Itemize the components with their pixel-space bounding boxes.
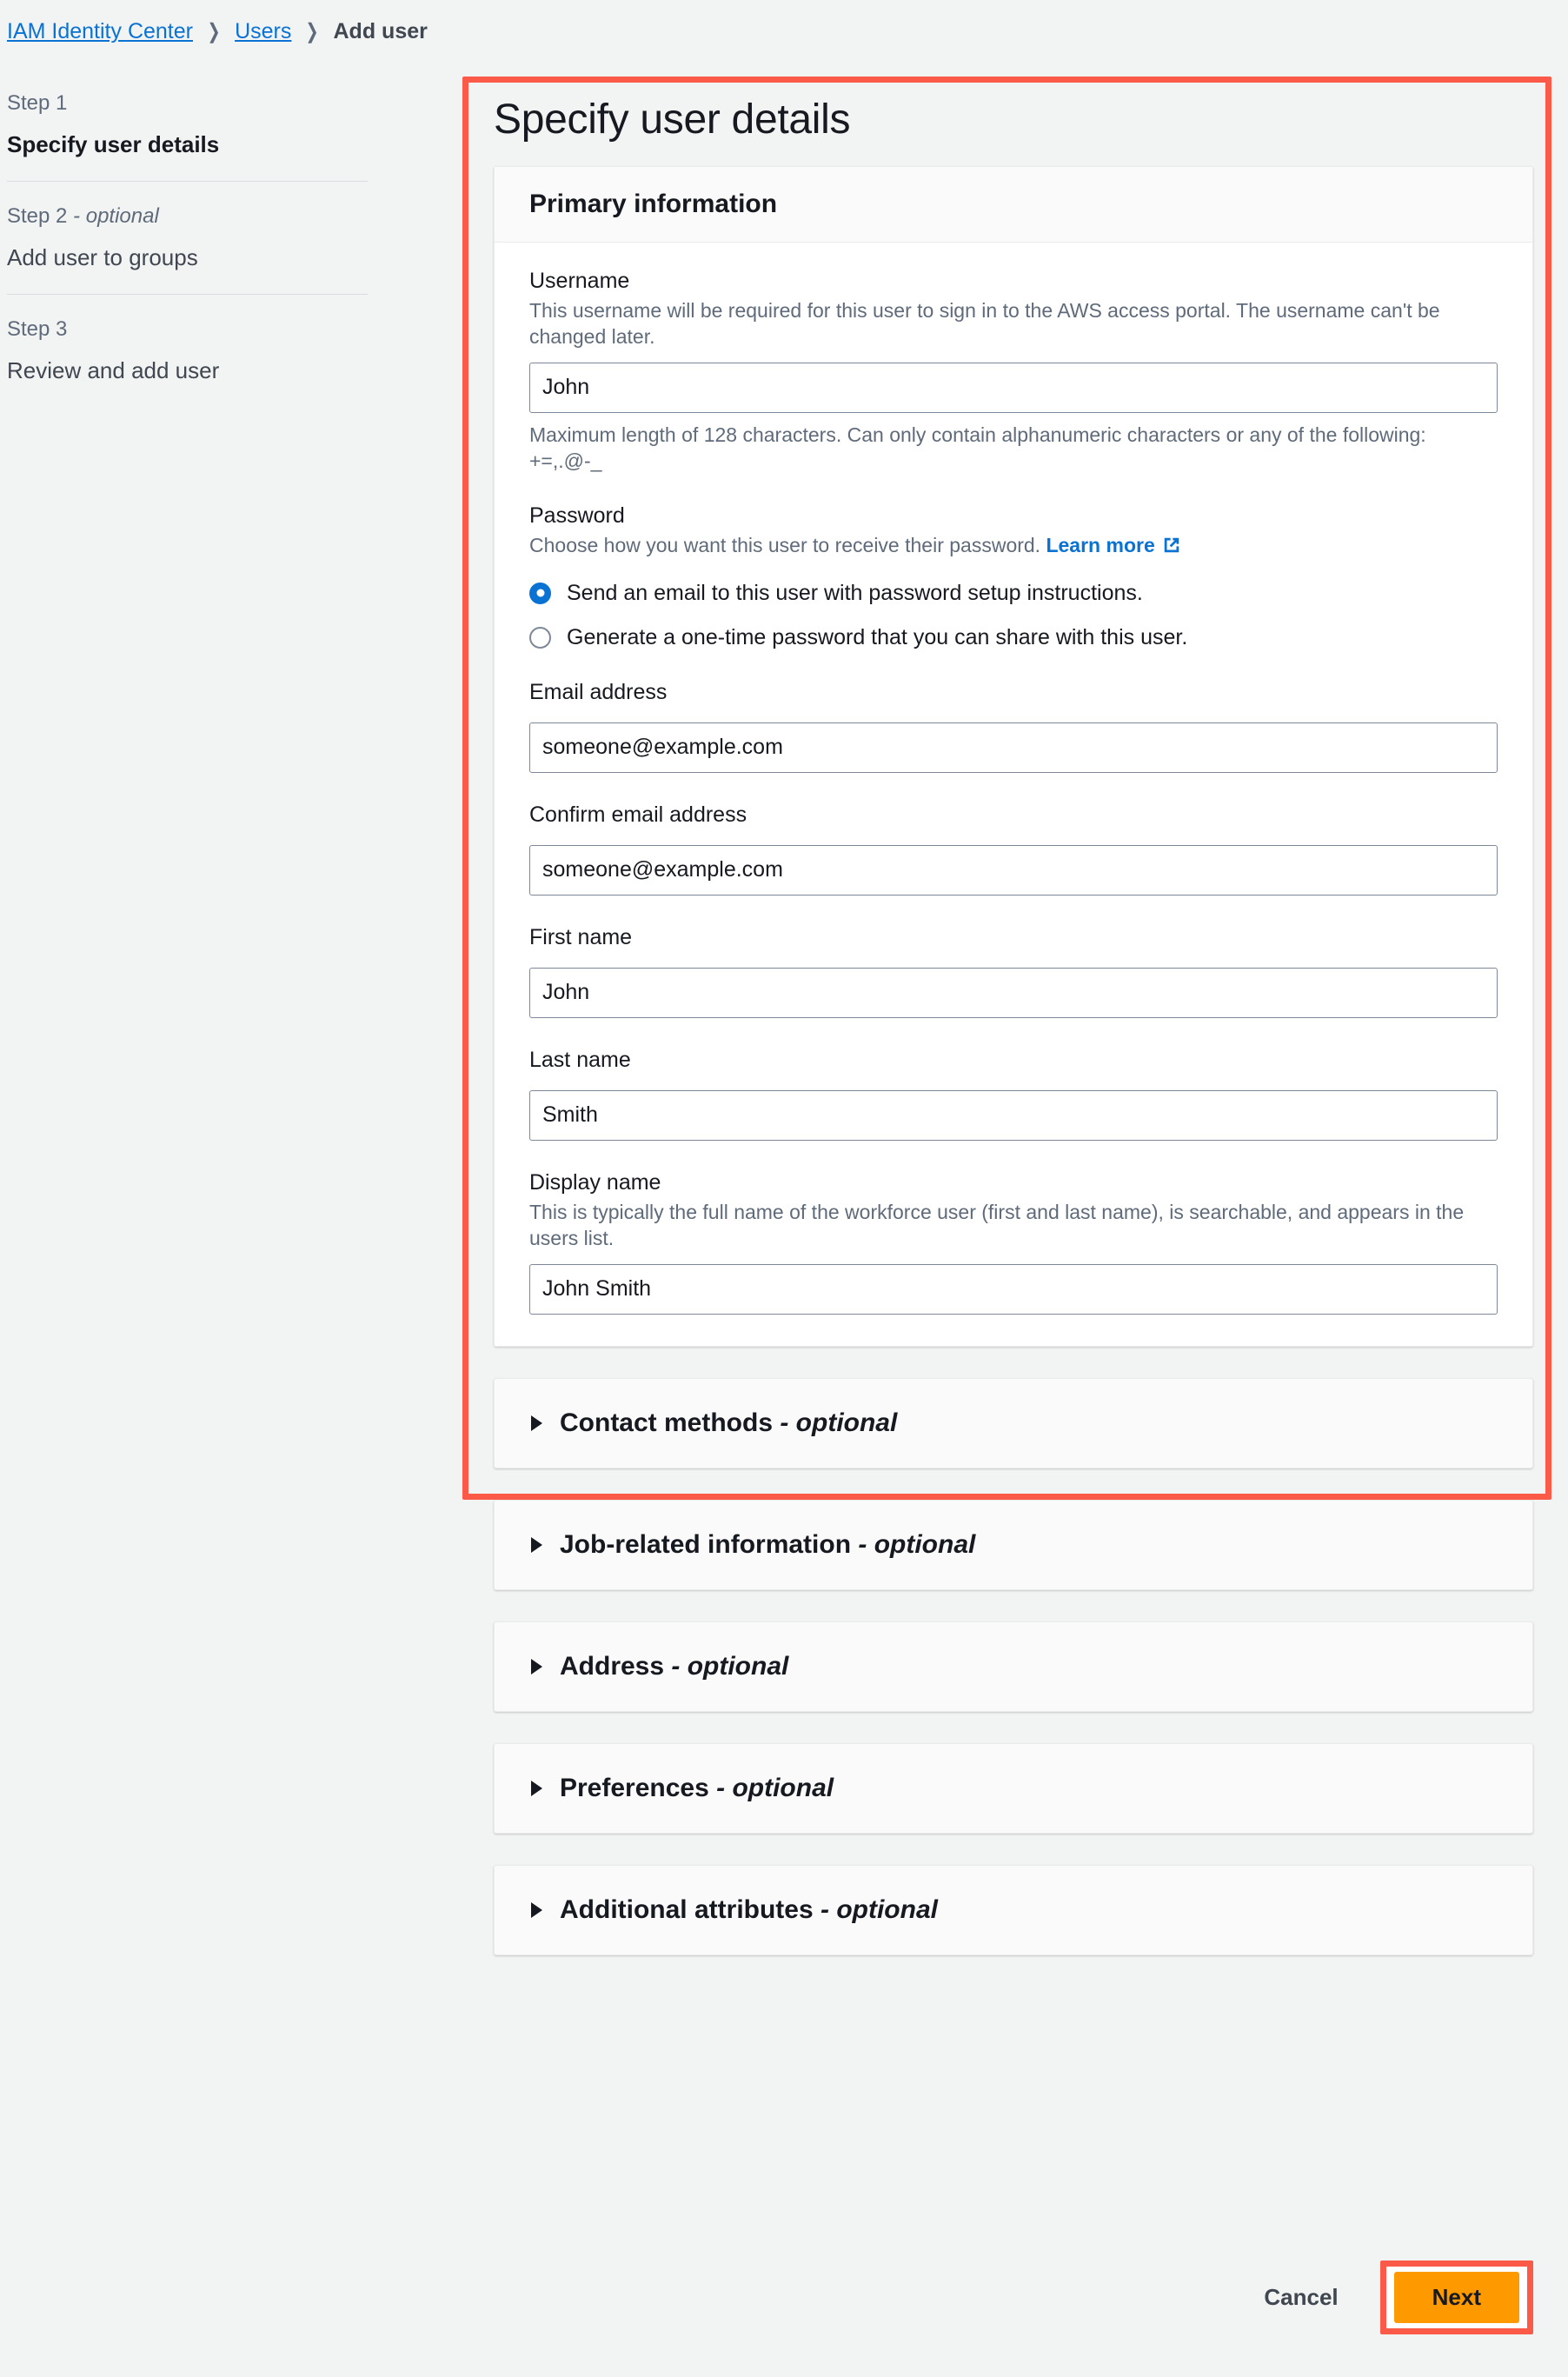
confirm-email-address-field-group: Confirm email address someone@example.co… (529, 802, 1498, 896)
sidebar-step-1[interactable]: Step 1 Specify user details (7, 83, 368, 181)
username-input[interactable]: John (529, 362, 1498, 413)
main-content: Specify user details Primary information… (462, 77, 1554, 1955)
primary-information-title: Primary information (529, 190, 778, 218)
password-label: Password (529, 503, 625, 529)
username-hint: Maximum length of 128 characters. Can on… (529, 423, 1426, 473)
sidebar-step-3[interactable]: Step 3 Review and add user (7, 294, 368, 407)
password-field-group: Password Choose how you want this user t… (529, 503, 1498, 649)
confirm-email-address-input[interactable]: someone@example.com (529, 844, 1498, 896)
chevron-right-icon (531, 1415, 542, 1431)
password-option-email-radio[interactable] (529, 582, 551, 604)
username-label: Username (529, 269, 630, 293)
password-option-onetime-row[interactable]: Generate a one-time password that you ca… (529, 625, 1498, 650)
primary-information-header: Primary information (495, 167, 1532, 243)
section-contact-methods-title: Contact methods - optional (560, 1408, 897, 1438)
external-link-icon (1162, 535, 1181, 561)
password-option-onetime-radio[interactable] (529, 626, 551, 649)
chevron-right-icon (531, 1658, 542, 1675)
display-name-label: Display name (529, 1169, 661, 1195)
sidebar-step-3-title[interactable]: Review and add user (7, 357, 368, 384)
last-name-input[interactable]: Smith (529, 1089, 1498, 1141)
display-name-description: This is typically the full name of the w… (529, 1200, 1465, 1250)
section-preferences-optional: - optional (708, 1773, 834, 1802)
section-job-related-information[interactable]: Job-related information - optional (494, 1499, 1533, 1590)
section-preferences-title: Preferences - optional (560, 1774, 834, 1803)
sidebar-step-2-kicker: Step 2 - optional (7, 204, 368, 229)
sidebar-step-2-number: Step 2 (7, 204, 68, 228)
password-option-email-row[interactable]: Send an email to this user with password… (529, 581, 1498, 606)
password-option-onetime-label: Generate a one-time password that you ca… (567, 624, 1188, 649)
sidebar-step-1-kicker: Step 1 (7, 91, 368, 116)
next-button[interactable]: Next (1393, 2272, 1519, 2323)
section-additional-attributes[interactable]: Additional attributes - optional (494, 1864, 1533, 1955)
section-preferences-label: Preferences (560, 1773, 709, 1802)
username-field-group: Username This username will be required … (529, 269, 1498, 474)
sidebar-step-2-title[interactable]: Add user to groups (7, 244, 368, 271)
section-address-label: Address (560, 1651, 665, 1681)
section-contact-methods-label: Contact methods (560, 1408, 774, 1437)
learn-more-label: Learn more (1046, 534, 1155, 557)
breadcrumb-item-iam-identity-center[interactable]: IAM Identity Center (7, 19, 193, 44)
breadcrumb-separator-icon: ❯ (207, 19, 221, 43)
chevron-right-icon (531, 1780, 542, 1796)
section-contact-methods-optional: - optional (773, 1408, 898, 1437)
email-address-field-group: Email address someone@example.com (529, 680, 1498, 773)
chevron-right-icon (531, 1536, 542, 1553)
username-description: This username will be required for this … (529, 299, 1440, 349)
wizard-steps-sidebar: Step 1 Specify user details Step 2 - opt… (7, 83, 368, 407)
first-name-input[interactable]: John (529, 967, 1498, 1018)
section-job-related-information-title: Job-related information - optional (560, 1530, 975, 1560)
section-address-title: Address - optional (560, 1652, 788, 1681)
confirm-email-address-label: Confirm email address (529, 802, 747, 827)
last-name-label: Last name (529, 1047, 631, 1072)
sidebar-step-1-title[interactable]: Specify user details (7, 131, 368, 158)
cancel-button[interactable]: Cancel (1248, 2274, 1353, 2321)
primary-information-card: Primary information Username This userna… (494, 166, 1533, 1347)
sidebar-step-2-optional: - optional (67, 204, 159, 228)
section-address-optional: - optional (664, 1651, 789, 1681)
sidebar-step-2[interactable]: Step 2 - optional Add user to groups (7, 181, 368, 294)
breadcrumb-item-users[interactable]: Users (235, 19, 291, 44)
section-additional-attributes-title: Additional attributes - optional (560, 1895, 938, 1925)
breadcrumb-separator-icon: ❯ (305, 19, 319, 43)
sidebar-step-3-kicker: Step 3 (7, 317, 368, 342)
wizard-footer-actions: Cancel Next (462, 2260, 1554, 2334)
section-preferences[interactable]: Preferences - optional (494, 1742, 1533, 1834)
section-job-related-information-optional: - optional (851, 1529, 976, 1559)
breadcrumb: IAM Identity Center ❯ Users ❯ Add user (7, 19, 428, 44)
email-address-input[interactable]: someone@example.com (529, 722, 1498, 773)
section-contact-methods[interactable]: Contact methods - optional (494, 1377, 1533, 1468)
section-additional-attributes-optional: - optional (813, 1894, 938, 1924)
primary-information-body: Username This username will be required … (495, 243, 1532, 1346)
section-additional-attributes-label: Additional attributes (560, 1894, 814, 1924)
section-address[interactable]: Address - optional (494, 1621, 1533, 1712)
email-address-label: Email address (529, 679, 668, 704)
display-name-field-group: Display name This is typically the full … (529, 1170, 1498, 1315)
page-title: Specify user details (494, 97, 851, 143)
sidebar-step-3-number: Step 3 (7, 317, 68, 341)
last-name-field-group: Last name Smith (529, 1048, 1498, 1141)
chevron-right-icon (531, 1901, 542, 1918)
learn-more-link[interactable]: Learn more (1046, 534, 1180, 556)
first-name-field-group: First name John (529, 925, 1498, 1018)
sidebar-step-1-number: Step 1 (7, 91, 68, 115)
annotation-highlight-next-button: Next (1379, 2260, 1534, 2334)
first-name-label: First name (529, 924, 633, 949)
display-name-input[interactable]: John Smith (529, 1263, 1498, 1315)
password-description: Choose how you want this user to receive… (529, 532, 1490, 561)
section-job-related-information-label: Job-related information (560, 1529, 852, 1559)
password-description-text: Choose how you want this user to receive… (529, 534, 1041, 557)
password-option-email-label: Send an email to this user with password… (567, 580, 1143, 605)
breadcrumb-item-add-user: Add user (333, 19, 428, 43)
